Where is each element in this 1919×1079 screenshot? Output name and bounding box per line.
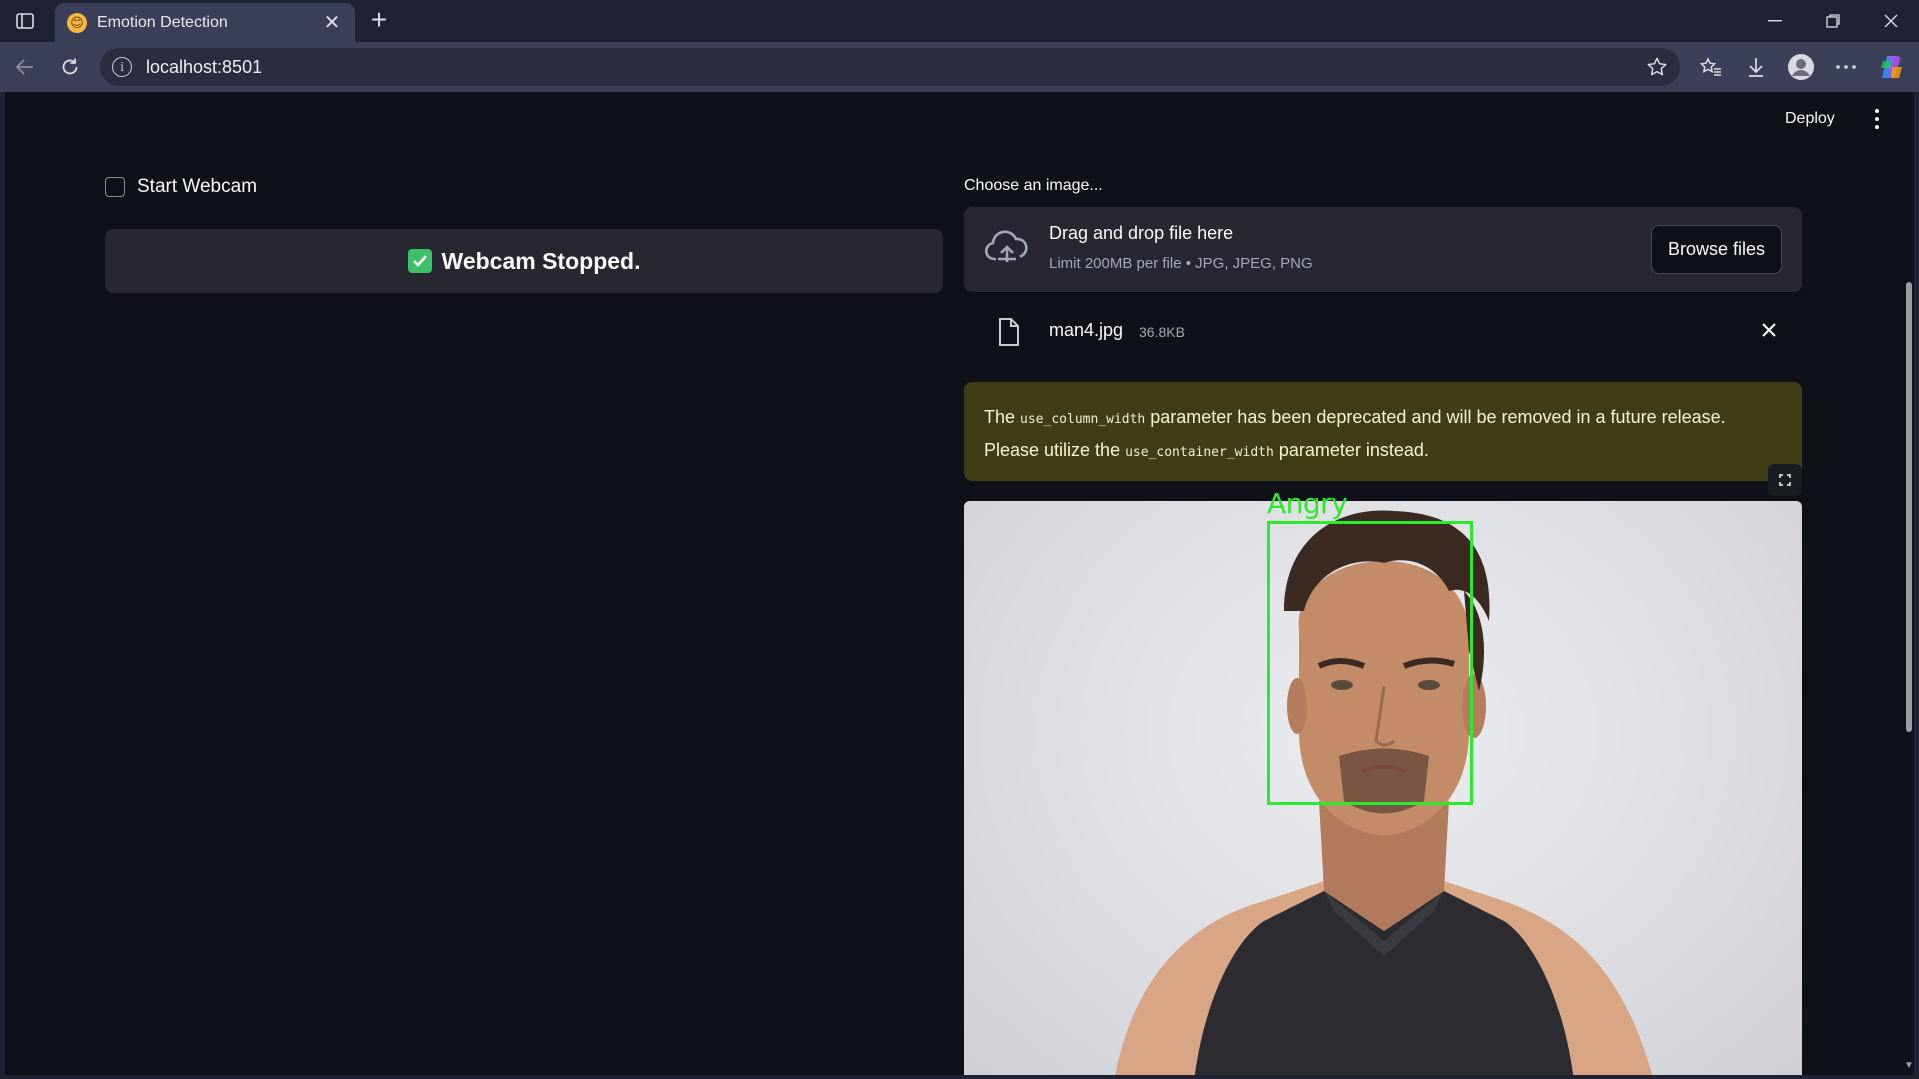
smiley-favicon-icon: 😊: [67, 12, 87, 33]
file-name: man4.jpg: [1049, 320, 1124, 340]
code-use-container-width: use_container_width: [1125, 445, 1274, 460]
restore-icon[interactable]: [1805, 0, 1861, 42]
deprecation-warning: The use_column_width parameter has been …: [964, 382, 1802, 481]
uploader-label: Choose an image...: [964, 177, 1103, 194]
status-text: Webcam Stopped.: [441, 247, 641, 274]
face-detection-box: [1267, 521, 1473, 805]
deploy-button[interactable]: Deploy: [1785, 110, 1835, 128]
browser-toolbar: i localhost:8501: [0, 42, 1919, 92]
more-options-icon[interactable]: [1831, 52, 1861, 82]
dropzone-limit: Limit 200MB per file • JPG, JPEG, PNG: [1049, 255, 1313, 272]
tab-close-icon[interactable]: ✕: [321, 10, 343, 35]
window-close-icon[interactable]: [1863, 0, 1919, 42]
webcam-status-message: Webcam Stopped.: [105, 229, 943, 293]
remove-file-icon[interactable]: [1758, 319, 1780, 341]
scroll-down-icon[interactable]: ▼: [1904, 1060, 1914, 1071]
file-size: 36.8KB: [1139, 324, 1185, 340]
back-icon[interactable]: [10, 52, 40, 82]
favorites-list-icon[interactable]: [1696, 52, 1726, 82]
start-webcam-checkbox[interactable]: Start Webcam: [105, 176, 257, 198]
browser-tab-active[interactable]: 😊 Emotion Detection ✕: [55, 3, 355, 42]
warning-line-1: The use_column_width parameter has been …: [984, 407, 1726, 427]
copilot-icon[interactable]: [1877, 52, 1907, 82]
url-text[interactable]: localhost:8501: [146, 57, 262, 78]
tab-title: Emotion Detection: [97, 13, 228, 31]
checkbox-label: Start Webcam: [137, 176, 258, 197]
minimize-icon[interactable]: [1747, 0, 1803, 42]
page-scrollbar[interactable]: ▼: [1904, 92, 1914, 1075]
warning-line-2: Please utilize the use_container_width p…: [984, 440, 1429, 460]
reload-icon[interactable]: [55, 52, 85, 82]
site-info-icon[interactable]: i: [112, 57, 132, 77]
streamlit-app: Deploy Start Webcam Webcam Stopped. Choo…: [5, 92, 1914, 1075]
file-icon: [998, 317, 1020, 352]
cloud-upload-icon: [984, 229, 1030, 270]
uploaded-file-row: man4.jpg 36.8KB: [964, 307, 1802, 357]
favorite-star-icon[interactable]: [1646, 56, 1668, 83]
new-tab-icon[interactable]: +: [364, 6, 394, 35]
file-dropzone[interactable]: Drag and drop file here Limit 200MB per …: [964, 207, 1802, 292]
scrollbar-thumb[interactable]: [1906, 282, 1912, 732]
profile-avatar-icon[interactable]: [1786, 52, 1816, 82]
browser-tab-bar: 😊 Emotion Detection ✕ +: [0, 0, 1919, 42]
emotion-label: Angry: [1267, 487, 1348, 520]
fullscreen-icon[interactable]: [1768, 464, 1802, 496]
browse-files-button[interactable]: Browse files: [1651, 225, 1782, 274]
check-mark-icon: [407, 249, 432, 273]
app-menu-icon[interactable]: [1867, 106, 1887, 132]
checkbox-box[interactable]: [105, 177, 125, 197]
dropzone-title: Drag and drop file here: [1049, 223, 1234, 243]
address-bar[interactable]: i localhost:8501: [100, 48, 1680, 86]
download-icon[interactable]: [1741, 52, 1771, 82]
code-use-column-width: use_column_width: [1020, 412, 1146, 427]
sidebar-toggle-icon[interactable]: [12, 9, 38, 33]
